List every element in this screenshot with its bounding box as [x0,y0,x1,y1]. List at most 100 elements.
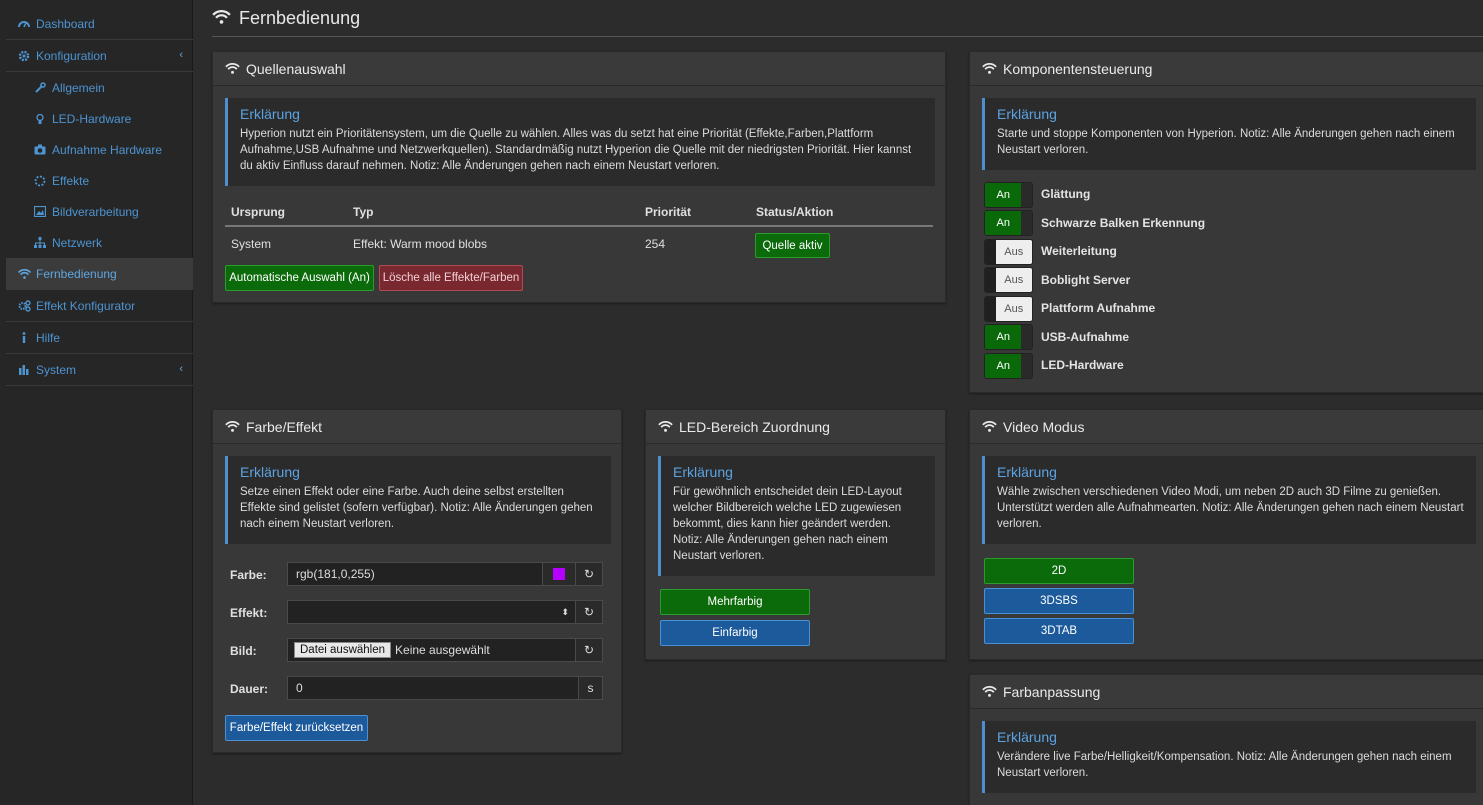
callout-text: Starte und stoppe Komponenten von Hyperi… [997,128,1455,156]
panel-header: LED-Bereich Zuordnung [646,410,945,444]
sidebar: Dashboard Konfiguration ‹ Allgemein LED-… [0,0,193,805]
component-label: Plattform Aufnahme [1041,301,1156,315]
sidebar-item-label: Netzwerk [52,235,103,250]
sidebar-item-label: Allgemein [52,80,105,95]
toggle-led-hardware[interactable]: An [984,353,1033,379]
camera-icon [32,144,48,155]
callout-erklaerung: Erklärung Hyperion nutzt ein Prioritäten… [225,98,935,186]
sidebar-item-effekt-konfigurator[interactable]: Effekt Konfigurator [6,290,193,322]
sitemap-icon [32,237,48,248]
panel-title: LED-Bereich Zuordnung [679,418,830,435]
sidebar-item-netzwerk[interactable]: Netzwerk [6,227,193,258]
image-file-input[interactable]: Datei auswählen Keine ausgewählt [287,638,576,662]
effect-select[interactable]: ⬍ [287,600,576,624]
page-title: Fernbedienung [239,7,361,28]
panel-header: Farbe/Effekt [213,410,621,444]
column-header: Status/Aktion [750,198,933,227]
sidebar-item-label: Hilfe [36,330,61,345]
panel-title: Quellenauswahl [246,60,346,77]
callout-erklaerung: Erklärung Starte und stoppe Komponenten … [982,98,1476,170]
component-label: Schwarze Balken Erkennung [1041,216,1206,230]
mode-3dsbs-button[interactable]: 3DSBS [984,588,1134,614]
mode-2d-button[interactable]: 2D [984,558,1134,584]
toggle-schwarze-balken[interactable]: An [984,210,1033,236]
panel-komponentensteuerung: Komponentensteuerung Erklärung Starte un… [969,51,1483,393]
wifi-icon [212,9,231,27]
gears-icon [16,299,32,312]
singlecolor-button[interactable]: Einfarbig [660,620,810,646]
callout-title: Erklärung [997,729,1057,745]
toggle-plattform-aufnahme[interactable]: Aus [984,296,1033,322]
sidebar-item-konfiguration[interactable]: Konfiguration ‹ [6,40,193,72]
duration-unit: s [578,676,603,700]
panel-title: Farbanpassung [1003,683,1101,700]
file-choose-button[interactable]: Datei auswählen [294,642,392,658]
refresh-icon[interactable]: ↻ [575,562,603,586]
toggle-glaettung[interactable]: An [984,182,1033,208]
mode-3dtab-button[interactable]: 3DTAB [984,618,1134,644]
callout-text: Für gewöhnlich entscheidet dein LED-Layo… [673,486,902,562]
bar-chart-icon [16,364,32,375]
sidebar-item-fernbedienung[interactable]: Fernbedienung [6,258,193,290]
toggle-usb-aufnahme[interactable]: An [984,324,1033,350]
cell-origin: System [231,236,272,251]
color-input[interactable]: rgb(181,0,255) [287,562,543,586]
sidebar-item-system[interactable]: System ‹ [6,354,193,386]
sidebar-item-hilfe[interactable]: Hilfe [6,322,193,354]
callout-text: Verändere live Farbe/Helligkeit/Kompensa… [997,751,1452,779]
sidebar-item-label: Konfiguration [36,48,107,63]
column-header: Typ [347,198,639,227]
sidebar-item-label: Aufnahme Hardware [52,142,163,157]
callout-erklaerung: Erklärung Setze einen Effekt oder eine F… [225,456,611,544]
callout-title: Erklärung [997,464,1057,480]
wifi-icon [658,421,673,432]
callout-title: Erklärung [240,464,300,480]
sidebar-item-led-hardware[interactable]: LED-Hardware [6,103,193,134]
component-label: USB-Aufnahme [1041,330,1130,344]
dashboard-icon [16,18,32,30]
sidebar-item-label: Dashboard [36,16,95,31]
panel-farbe-effekt: Farbe/Effekt Erklärung Setze einen Effek… [212,409,622,753]
sidebar-item-label: LED-Hardware [52,111,132,126]
panel-header: Video Modus [970,410,1483,444]
refresh-icon[interactable]: ↻ [575,638,603,662]
component-label: Glättung [1041,187,1091,201]
panel-title: Video Modus [1003,418,1085,435]
toggle-weiterleitung[interactable]: Aus [984,239,1033,265]
sidebar-item-label: Bildverarbeitung [52,204,139,219]
duration-input[interactable]: 0 [287,676,579,700]
auto-select-button[interactable]: Automatische Auswahl (An) [225,265,374,291]
image-icon [32,206,48,217]
multicolor-button[interactable]: Mehrfarbig [660,589,810,615]
callout-title: Erklärung [673,464,733,480]
sidebar-item-bildverarbeitung[interactable]: Bildverarbeitung [6,196,193,227]
chevron-left-icon: ‹ [179,363,183,375]
color-picker[interactable] [542,562,576,586]
wifi-icon [982,421,997,432]
sidebar-item-allgemein[interactable]: Allgemein [6,72,193,103]
reset-color-effect-button[interactable]: Farbe/Effekt zurücksetzen [225,715,368,741]
callout-text: Wähle zwischen verschiedenen Video Modi,… [997,486,1464,530]
chevron-left-icon: ‹ [179,49,183,61]
sidebar-item-effekte[interactable]: Effekte [6,165,193,196]
panel-quellenauswahl: Quellenauswahl Erklärung Hyperion nutzt … [212,51,946,303]
sidebar-item-label: Fernbedienung [36,266,117,281]
component-label: LED-Hardware [1041,358,1124,372]
column-header: Ursprung [225,198,347,227]
sidebar-item-dashboard[interactable]: Dashboard [6,8,193,40]
callout-title: Erklärung [997,106,1057,122]
sidebar-item-label: Effekt Konfigurator [36,298,136,313]
wifi-icon [225,63,240,74]
clear-effects-button[interactable]: Lösche alle Effekte/Farben [379,265,523,291]
callout-erklaerung: Erklärung Für gewöhnlich entscheidet dei… [658,456,935,576]
panel-video-modus: Video Modus Erklärung Wähle zwischen ver… [969,409,1483,660]
refresh-icon[interactable]: ↻ [575,600,603,624]
sidebar-item-aufnahme-hardware[interactable]: Aufnahme Hardware [6,134,193,165]
sidebar-item-label: System [36,362,77,377]
callout-erklaerung: Erklärung Verändere live Farbe/Helligkei… [982,721,1476,793]
callout-erklaerung: Erklärung Wähle zwischen verschiedenen V… [982,456,1476,544]
source-active-button[interactable]: Quelle aktiv [755,233,830,258]
page-header: Fernbedienung [212,0,1483,37]
toggle-boblight-server[interactable]: Aus [984,267,1033,293]
sidebar-item-label: Effekte [52,173,90,188]
